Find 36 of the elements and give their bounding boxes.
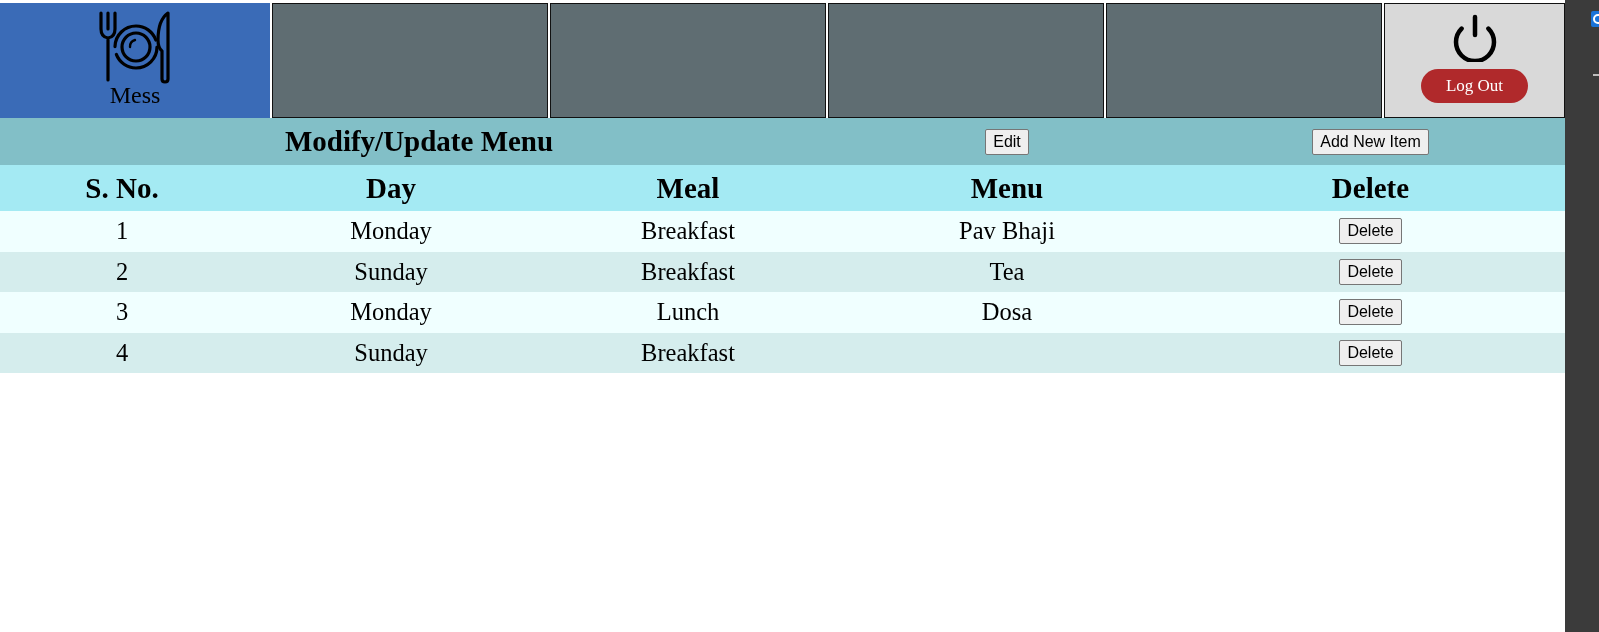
table-cell: Sunday	[354, 338, 428, 367]
nav-tile[interactable]	[1106, 3, 1382, 118]
table-cell: Breakfast	[641, 257, 735, 286]
table-cell: 1	[115, 217, 129, 246]
table-cell: Monday	[350, 298, 432, 327]
column-header: Meal	[656, 171, 720, 205]
column-header: Day	[366, 171, 416, 205]
plate-cutlery-icon	[98, 10, 172, 84]
table-cell: Lunch	[656, 298, 720, 327]
page-title: Modify/Update Menu	[284, 125, 554, 158]
add-item-button[interactable]: Add New Item	[1312, 128, 1429, 155]
nav-tile[interactable]	[828, 3, 1104, 118]
column-header: S. No.	[85, 171, 159, 205]
logout-button[interactable]: Log Out	[1421, 69, 1528, 103]
edit-button[interactable]: Edit	[985, 128, 1029, 155]
table-cell: Dosa	[981, 298, 1033, 327]
table-cell: Sunday	[354, 257, 428, 286]
table-cell: Pav Bhaji	[959, 217, 1055, 246]
power-icon[interactable]	[1451, 14, 1498, 62]
table-cell: Tea	[989, 257, 1025, 286]
delete-button[interactable]: Delete	[1339, 258, 1402, 285]
nav-tile[interactable]	[550, 3, 826, 118]
delete-button[interactable]: Delete	[1339, 299, 1402, 326]
table-cell: 3	[115, 298, 129, 327]
delete-button[interactable]: Delete	[1339, 218, 1402, 245]
delete-button[interactable]: Delete	[1339, 339, 1402, 366]
table-cell: Breakfast	[641, 338, 735, 367]
nav-tile[interactable]	[272, 3, 548, 118]
table-cell: 4	[115, 338, 129, 367]
app-icon[interactable]	[1591, 11, 1599, 27]
nav-tile[interactable]: Mess	[0, 3, 270, 118]
column-header: Delete	[1331, 171, 1410, 205]
table-cell: 2	[115, 257, 129, 286]
table-cell: Monday	[350, 217, 432, 246]
table-cell: Breakfast	[641, 217, 735, 246]
column-header: Menu	[970, 171, 1044, 205]
